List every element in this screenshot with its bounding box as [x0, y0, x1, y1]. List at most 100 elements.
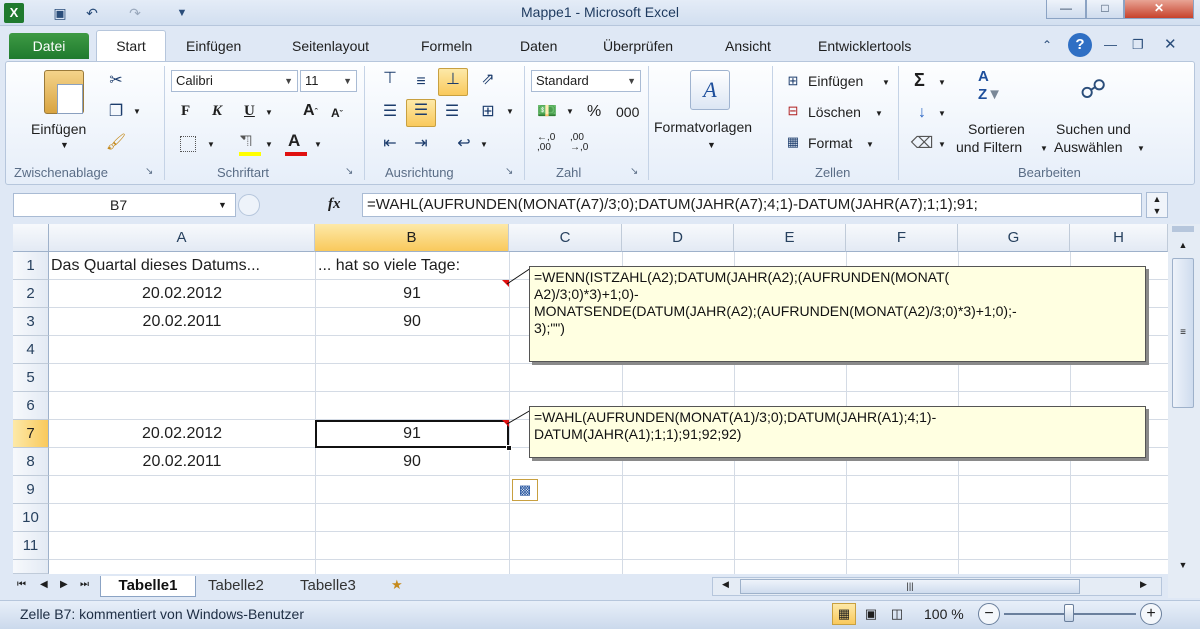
align-middle-icon[interactable]: ≡	[409, 71, 433, 93]
format-cells-icon[interactable]: ▦	[782, 131, 804, 153]
orientation-icon[interactable]: ⇗	[476, 69, 500, 91]
currency-icon[interactable]: 💵	[535, 101, 559, 123]
fill-dropdown-icon[interactable]: ▼	[938, 109, 946, 118]
insert-cells-button[interactable]: Einfügen	[808, 73, 863, 89]
font-color-icon[interactable]: A	[288, 131, 300, 151]
close-workbook-icon[interactable]: ✕	[1164, 35, 1177, 53]
find-select-icon[interactable]: ☍	[1080, 74, 1106, 105]
find-select-line2[interactable]: Auswählen	[1054, 139, 1123, 155]
close-button[interactable]: ✕	[1124, 0, 1194, 19]
tab-view[interactable]: Ansicht	[725, 38, 771, 54]
borders-dropdown-icon[interactable]: ▼	[207, 140, 215, 149]
column-header-h[interactable]: H	[1070, 224, 1168, 252]
currency-dropdown-icon[interactable]: ▼	[566, 107, 574, 116]
row-header-1[interactable]: 1	[13, 252, 49, 280]
sheet-tab-tabelle3[interactable]: Tabelle3	[300, 576, 356, 597]
autosum-dropdown-icon[interactable]: ▼	[938, 78, 946, 87]
tab-page-layout[interactable]: Seitenlayout	[292, 38, 369, 54]
cell-a8[interactable]: 20.02.2011	[49, 448, 315, 476]
horizontal-scroll-thumb[interactable]: |||	[740, 579, 1080, 594]
select-all-corner[interactable]	[13, 224, 49, 252]
cell-b3[interactable]: 90	[315, 308, 509, 336]
sheet-tab-tabelle1[interactable]: Tabelle1	[100, 576, 196, 597]
grow-font-icon[interactable]: Aˆ	[303, 102, 318, 120]
clear-dropdown-icon[interactable]: ▼	[938, 140, 946, 149]
tab-file[interactable]: Datei	[9, 33, 89, 59]
underline-dropdown-icon[interactable]: ▼	[265, 108, 273, 117]
zoom-slider-thumb[interactable]	[1064, 604, 1074, 622]
tab-formulas[interactable]: Formeln	[421, 38, 472, 54]
column-header-d[interactable]: D	[622, 224, 734, 252]
align-top-icon[interactable]: ⊤	[378, 68, 402, 90]
cut-icon[interactable]: ✂	[104, 70, 128, 92]
name-box-dropdown-icon[interactable]: ▼	[218, 200, 227, 210]
borders-icon[interactable]	[180, 136, 196, 152]
minimize-button[interactable]: —	[1046, 0, 1086, 19]
styles-dropdown-icon[interactable]: ▼	[707, 140, 716, 150]
cell-a7[interactable]: 20.02.2012	[49, 420, 315, 448]
merge-center-icon[interactable]: ⊞	[476, 101, 500, 123]
styles-icon[interactable]: A	[690, 70, 730, 110]
percent-button[interactable]: %	[587, 103, 601, 121]
paste-dropdown-icon[interactable]: ▼	[60, 140, 69, 150]
minimize-ribbon-icon[interactable]: ⌃	[1042, 38, 1052, 52]
column-header-b[interactable]: B	[315, 224, 509, 252]
clear-icon[interactable]: ⌫	[910, 133, 934, 155]
format-dropdown-icon[interactable]: ▼	[866, 140, 874, 149]
delete-cells-button[interactable]: Löschen	[808, 104, 861, 120]
row-header-5[interactable]: 5	[13, 364, 49, 392]
page-layout-view-icon[interactable]: ▣	[860, 604, 882, 624]
row-header-3[interactable]: 3	[13, 308, 49, 336]
font-color-dropdown-icon[interactable]: ▼	[314, 140, 322, 149]
scroll-up-icon[interactable]: ▲	[1172, 236, 1194, 254]
cell-a1[interactable]: Das Quartal dieses Datums...	[51, 252, 313, 280]
shrink-font-icon[interactable]: Aˇ	[331, 106, 343, 120]
column-header-f[interactable]: F	[846, 224, 958, 252]
align-right-icon[interactable]: ☰	[440, 101, 464, 123]
restore-workbook-icon[interactable]: —	[1104, 37, 1117, 52]
scroll-left-icon[interactable]: ◀	[722, 579, 729, 590]
decrease-decimal-icon[interactable]: ,00 →,0	[570, 133, 588, 153]
next-sheet-icon[interactable]: ▶	[60, 579, 68, 590]
align-left-icon[interactable]: ☰	[378, 101, 402, 123]
split-handle-icon[interactable]	[1172, 226, 1194, 232]
comment-b2[interactable]: =WENN(ISTZAHL(A2);DATUM(JAHR(A2);(AUFRUN…	[529, 266, 1146, 362]
sheet-tab-tabelle2[interactable]: Tabelle2	[208, 576, 264, 597]
insert-dropdown-icon[interactable]: ▼	[882, 78, 890, 87]
sort-dropdown-icon[interactable]: ▼	[1040, 144, 1048, 153]
formula-bar-resize-handle[interactable]	[238, 194, 260, 216]
paste-button[interactable]: Einfügen	[31, 121, 86, 137]
row-header-4[interactable]: 4	[13, 336, 49, 364]
font-launcher-icon[interactable]: ↘	[345, 166, 353, 177]
fill-dropdown-icon[interactable]: ▼	[265, 140, 273, 149]
cell-a3[interactable]: 20.02.2011	[49, 308, 315, 336]
number-launcher-icon[interactable]: ↘	[630, 166, 638, 177]
copy-dropdown-icon[interactable]: ▼	[133, 107, 141, 116]
sort-filter-line2[interactable]: und Filtern	[956, 139, 1022, 155]
format-painter-icon[interactable]: 🖌	[104, 132, 128, 154]
copy-icon[interactable]: ❐	[104, 101, 128, 123]
number-format-combo[interactable]: Standard ▼	[531, 70, 641, 92]
row-header-2[interactable]: 2	[13, 280, 49, 308]
wrap-dropdown-icon[interactable]: ▼	[480, 140, 488, 149]
zoom-in-icon[interactable]: +	[1140, 603, 1162, 625]
zoom-out-icon[interactable]: −	[978, 603, 1000, 625]
cell-b8[interactable]: 90	[315, 448, 509, 476]
tab-start[interactable]: Start	[96, 30, 166, 62]
column-header-g[interactable]: G	[958, 224, 1070, 252]
clipboard-launcher-icon[interactable]: ↘	[145, 166, 153, 177]
delete-dropdown-icon[interactable]: ▼	[875, 109, 883, 118]
find-dropdown-icon[interactable]: ▼	[1137, 144, 1145, 153]
underline-button[interactable]: U	[244, 103, 255, 120]
find-select-line1[interactable]: Suchen und	[1056, 121, 1131, 137]
bold-button[interactable]: F	[181, 103, 190, 120]
paste-options-icon[interactable]: ▩	[512, 479, 538, 501]
cell-b7-active[interactable]: 91	[315, 420, 509, 448]
tab-insert[interactable]: Einfügen	[186, 38, 241, 54]
sort-filter-icon[interactable]: A Z▼	[978, 68, 1014, 112]
tab-developer[interactable]: Entwicklertools	[818, 38, 911, 54]
comment-b7[interactable]: =WAHL(AUFRUNDEN(MONAT(A1)/3;0);DATUM(JAH…	[529, 406, 1146, 458]
align-center-icon[interactable]: ☰	[406, 99, 436, 127]
scroll-right-icon[interactable]: ▶	[1140, 579, 1147, 590]
row-header-10[interactable]: 10	[13, 504, 49, 532]
